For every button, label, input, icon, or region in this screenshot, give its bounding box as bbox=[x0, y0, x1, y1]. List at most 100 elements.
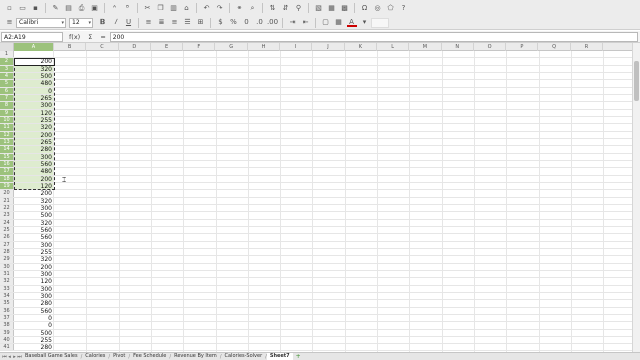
column-header-n[interactable]: N bbox=[442, 43, 474, 51]
percent-icon[interactable]: % bbox=[229, 18, 239, 28]
bold-icon[interactable]: 𝐁 bbox=[98, 18, 108, 28]
row-header[interactable]: 15 bbox=[0, 153, 14, 160]
row-header[interactable]: 16 bbox=[0, 160, 14, 168]
cell-a29[interactable]: 320 bbox=[14, 256, 54, 263]
row-header[interactable]: 1 bbox=[0, 51, 14, 58]
row-header[interactable]: 39 bbox=[0, 329, 14, 336]
row-header[interactable]: 17 bbox=[0, 168, 14, 175]
row-header[interactable]: 31 bbox=[0, 270, 14, 278]
row-header[interactable]: 23 bbox=[0, 212, 14, 219]
sheet-tab[interactable]: Fee Schedule bbox=[130, 353, 169, 360]
row-header[interactable]: 7 bbox=[0, 94, 14, 102]
borders-icon[interactable]: ▢ bbox=[321, 18, 331, 28]
cell-a41[interactable]: 280 bbox=[14, 344, 54, 351]
column-header-b[interactable]: B bbox=[54, 43, 87, 51]
row-header[interactable]: 38 bbox=[0, 322, 14, 329]
row-header[interactable]: 22 bbox=[0, 204, 14, 212]
cell-a17[interactable]: 480 bbox=[14, 168, 54, 175]
cell-a39[interactable]: 500 bbox=[14, 329, 54, 337]
row-header[interactable]: 29 bbox=[0, 256, 14, 263]
cell-a31[interactable]: 300 bbox=[14, 270, 54, 278]
row-header[interactable]: 21 bbox=[0, 197, 14, 204]
column-header-q[interactable]: Q bbox=[539, 43, 571, 51]
column-header-f[interactable]: F bbox=[183, 43, 216, 51]
row-header[interactable]: 3 bbox=[0, 65, 14, 72]
save-icon[interactable]: ▪ bbox=[31, 3, 41, 13]
print-preview-icon[interactable]: ▣ bbox=[90, 3, 100, 13]
row-header[interactable]: 12 bbox=[0, 131, 14, 138]
column-header-p[interactable]: P bbox=[506, 43, 539, 51]
row-header[interactable]: 5 bbox=[0, 80, 14, 87]
cell-a7[interactable]: 265 bbox=[14, 94, 54, 102]
row-header[interactable]: 14 bbox=[0, 146, 14, 153]
cell-a27[interactable]: 300 bbox=[14, 241, 54, 249]
row-header[interactable]: 34 bbox=[0, 292, 14, 300]
cell-a14[interactable]: 280 bbox=[14, 146, 54, 153]
font-name-box[interactable]: Calibri ▾ bbox=[16, 17, 66, 28]
row-header[interactable]: 28 bbox=[0, 248, 14, 256]
cell-a30[interactable]: 200 bbox=[14, 263, 54, 271]
row-header[interactable]: 41 bbox=[0, 344, 14, 351]
row-header[interactable]: 40 bbox=[0, 336, 14, 344]
cell-a16[interactable]: 560 bbox=[14, 160, 54, 168]
insert-image-icon[interactable]: ▧ bbox=[314, 3, 324, 13]
styles-icon[interactable]: ≡ bbox=[5, 18, 15, 28]
add-sheet-icon[interactable]: + bbox=[296, 353, 301, 360]
row-header[interactable]: 9 bbox=[0, 109, 14, 116]
row-header[interactable]: 11 bbox=[0, 124, 14, 131]
cell-a33[interactable]: 300 bbox=[14, 285, 54, 293]
new-document-icon[interactable]: ▫ bbox=[5, 3, 15, 13]
row-header[interactable]: 37 bbox=[0, 314, 14, 322]
merge-cells-icon[interactable]: ⊞ bbox=[196, 18, 206, 28]
column-header-c[interactable]: C bbox=[86, 43, 119, 51]
increase-indent-icon[interactable]: ⇥ bbox=[288, 18, 298, 28]
formula-input[interactable]: 200 bbox=[109, 31, 638, 42]
row-header[interactable]: 19 bbox=[0, 182, 14, 190]
row-header[interactable]: 20 bbox=[0, 190, 14, 197]
sheet-tab[interactable]: Sheet7 bbox=[266, 353, 293, 360]
row-header[interactable]: 35 bbox=[0, 300, 14, 307]
cell-a10[interactable]: 255 bbox=[14, 116, 54, 124]
cell-a32[interactable]: 120 bbox=[14, 278, 54, 285]
function-wizard-icon[interactable]: f(x) bbox=[69, 33, 80, 41]
pivot-table-icon[interactable]: ▩ bbox=[340, 3, 350, 13]
vertical-scrollbar[interactable] bbox=[632, 43, 640, 352]
column-header-h[interactable]: H bbox=[248, 43, 281, 51]
align-center-icon[interactable]: ≣ bbox=[157, 18, 167, 28]
cell-a21[interactable]: 320 bbox=[14, 197, 54, 205]
row-header[interactable]: 30 bbox=[0, 263, 14, 270]
currency-icon[interactable]: $ bbox=[216, 18, 226, 28]
row-header[interactable]: 2 bbox=[0, 58, 14, 65]
autofilter-icon[interactable]: ⚲ bbox=[294, 3, 304, 13]
cell-a6[interactable]: 0 bbox=[14, 87, 54, 95]
cell-a37[interactable]: 0 bbox=[14, 314, 54, 322]
cell-a3[interactable]: 320 bbox=[14, 65, 54, 73]
cell-a28[interactable]: 255 bbox=[14, 248, 54, 256]
cell-a38[interactable]: 0 bbox=[14, 322, 54, 329]
cell-a1[interactable] bbox=[14, 51, 54, 58]
name-box[interactable]: A2:A19 bbox=[1, 31, 63, 42]
cell-a8[interactable]: 300 bbox=[14, 102, 54, 109]
row-header[interactable]: 8 bbox=[0, 102, 14, 109]
sheet-tab[interactable]: Baseball Game Sales bbox=[22, 353, 81, 360]
special-character-icon[interactable]: Ω bbox=[360, 3, 370, 13]
chevron-down-icon[interactable]: ▾ bbox=[360, 18, 370, 28]
number-format-icon[interactable]: 0 bbox=[242, 18, 252, 28]
column-header-l[interactable]: L bbox=[377, 43, 410, 51]
cell-a5[interactable]: 480 bbox=[14, 80, 54, 87]
cell-a2[interactable]: 200 bbox=[14, 58, 54, 65]
sheet-tab[interactable]: Revenue By Item bbox=[171, 353, 220, 360]
autospell-icon[interactable]: ᴮ bbox=[123, 3, 133, 13]
row-header[interactable]: 6 bbox=[0, 87, 14, 94]
edit-file-icon[interactable]: ✎ bbox=[51, 3, 61, 13]
help-icon[interactable]: ? bbox=[399, 3, 409, 13]
font-size-box[interactable]: 12 ▾ bbox=[69, 17, 93, 28]
insert-chart-icon[interactable]: ▦ bbox=[327, 3, 337, 13]
column-header-m[interactable]: M bbox=[409, 43, 442, 51]
align-right-icon[interactable]: ≡ bbox=[170, 18, 180, 28]
undo-icon[interactable]: ↶ bbox=[202, 3, 212, 13]
sheet-tab[interactable]: Pivot bbox=[110, 353, 128, 360]
cut-icon[interactable]: ✂ bbox=[143, 3, 153, 13]
column-header-r[interactable]: R bbox=[571, 43, 604, 51]
export-pdf-icon[interactable]: ▤ bbox=[64, 3, 74, 13]
